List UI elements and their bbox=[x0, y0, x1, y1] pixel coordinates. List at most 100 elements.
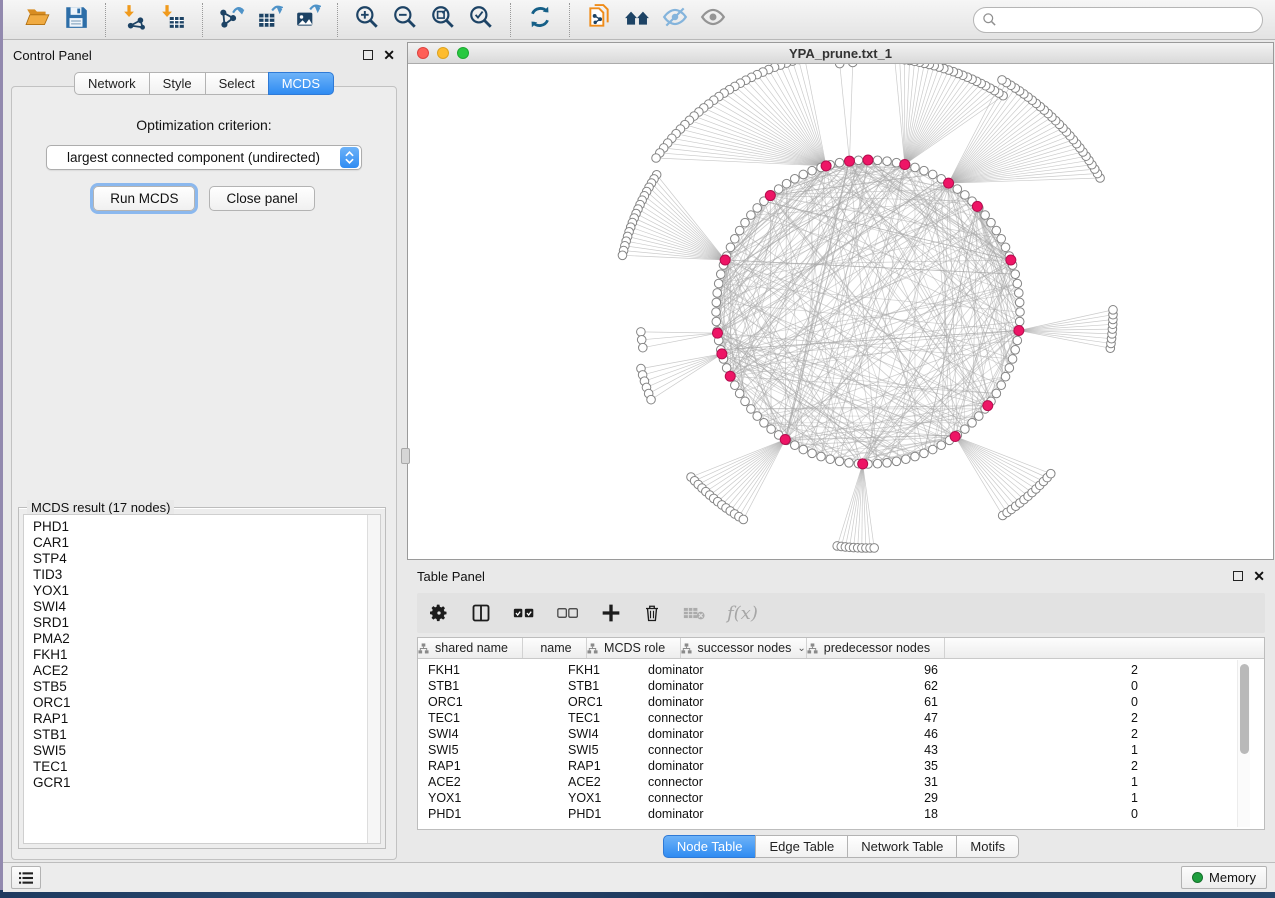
table-scrollbar-thumb[interactable] bbox=[1240, 664, 1249, 754]
mcds-result-item[interactable]: TEC1 bbox=[33, 759, 371, 775]
mcds-list-scrollbar[interactable] bbox=[367, 515, 380, 843]
column-header[interactable]: name ⌄ bbox=[523, 638, 587, 658]
zoom-fit-button[interactable] bbox=[424, 4, 462, 36]
table-row[interactable]: ACE2 ACE2 connector 31 1 bbox=[418, 774, 1264, 790]
import-table-button[interactable] bbox=[154, 4, 192, 36]
tab-mcds[interactable]: MCDS bbox=[268, 72, 334, 95]
mcds-result-item[interactable]: STB1 bbox=[33, 727, 371, 743]
mcds-tab-body: Optimization criterion: largest connecte… bbox=[11, 86, 397, 860]
import-network-button[interactable] bbox=[116, 4, 154, 36]
export-image-button[interactable] bbox=[289, 4, 327, 36]
first-neighbors-button[interactable] bbox=[618, 4, 656, 36]
close-panel-icon[interactable]: ✕ bbox=[383, 50, 395, 60]
table-row[interactable]: ORC1 ORC1 dominator 61 0 bbox=[418, 694, 1264, 710]
zoom-in-button[interactable] bbox=[348, 4, 386, 36]
tab-motifs[interactable]: Motifs bbox=[956, 835, 1019, 858]
show-details-button[interactable] bbox=[694, 4, 732, 36]
mcds-result-item[interactable]: GCR1 bbox=[33, 775, 371, 791]
mcds-result-item[interactable]: SRD1 bbox=[33, 615, 371, 631]
network-graph[interactable] bbox=[408, 64, 1273, 559]
zoom-out-icon bbox=[392, 4, 418, 35]
export-table-button[interactable] bbox=[251, 4, 289, 36]
open-file-button[interactable] bbox=[19, 4, 57, 36]
zoom-selected-button[interactable] bbox=[462, 4, 500, 36]
hide-details-button[interactable] bbox=[656, 4, 694, 36]
mcds-result-item[interactable]: YOX1 bbox=[33, 583, 371, 599]
deselect-all-icon[interactable] bbox=[557, 605, 579, 621]
cell-name: RAP1 bbox=[558, 759, 638, 773]
mcds-result-item[interactable]: ORC1 bbox=[33, 695, 371, 711]
mcds-result-item[interactable]: SWI5 bbox=[33, 743, 371, 759]
float-panel-icon[interactable] bbox=[363, 50, 373, 60]
cell-successor-nodes: 62 bbox=[788, 679, 946, 693]
tab-network-table[interactable]: Network Table bbox=[847, 835, 957, 858]
floppy-disk-icon bbox=[63, 4, 89, 35]
zoom-out-button[interactable] bbox=[386, 4, 424, 36]
save-session-button[interactable] bbox=[57, 4, 95, 36]
toolbar-separator bbox=[105, 3, 106, 37]
optimization-criterion-select[interactable]: largest connected component (undirected) bbox=[46, 145, 362, 170]
add-column-icon[interactable] bbox=[601, 603, 621, 623]
node-table[interactable]: shared name ⌄ name ⌄ MCDS role ⌄ bbox=[417, 637, 1265, 830]
column-header[interactable]: predecessor nodes ⌄ bbox=[807, 638, 946, 658]
mcds-result-item[interactable]: PMA2 bbox=[33, 631, 371, 647]
mcds-result-item[interactable]: PHD1 bbox=[33, 519, 371, 535]
column-header[interactable]: shared name ⌄ bbox=[418, 638, 523, 658]
duplicate-network-button[interactable] bbox=[580, 4, 618, 36]
tab-style[interactable]: Style bbox=[149, 72, 206, 95]
cell-mcds-role: dominator bbox=[638, 759, 788, 773]
mcds-result-item[interactable]: ACE2 bbox=[33, 663, 371, 679]
float-table-panel-icon[interactable] bbox=[1233, 571, 1243, 581]
mcds-result-item[interactable]: SWI4 bbox=[33, 599, 371, 615]
delete-table-icon[interactable] bbox=[683, 605, 705, 621]
table-scrollbar[interactable] bbox=[1237, 660, 1250, 827]
table-row[interactable]: FKH1 FKH1 dominator 96 2 bbox=[418, 662, 1264, 678]
export-network-button[interactable] bbox=[213, 4, 251, 36]
splitter-grip[interactable] bbox=[401, 448, 410, 464]
task-history-button[interactable] bbox=[11, 866, 41, 889]
table-row[interactable]: YOX1 YOX1 connector 29 1 bbox=[418, 790, 1264, 806]
maximize-window-icon[interactable] bbox=[457, 47, 469, 59]
cell-predecessor-nodes: 2 bbox=[946, 759, 1146, 773]
network-window-titlebar[interactable]: YPA_prune.txt_1 bbox=[408, 43, 1273, 64]
show-columns-icon[interactable] bbox=[471, 603, 491, 623]
cell-shared-name: SWI4 bbox=[418, 727, 558, 741]
run-mcds-button[interactable]: Run MCDS bbox=[93, 186, 195, 211]
table-row[interactable]: SWI5 SWI5 connector 43 1 bbox=[418, 742, 1264, 758]
cell-predecessor-nodes: 0 bbox=[946, 695, 1146, 709]
column-header[interactable]: successor nodes ⌄ bbox=[681, 638, 807, 658]
minimize-window-icon[interactable] bbox=[437, 47, 449, 59]
table-row[interactable]: RAP1 RAP1 dominator 35 2 bbox=[418, 758, 1264, 774]
select-all-icon[interactable] bbox=[513, 605, 535, 621]
mcds-result-item[interactable]: STP4 bbox=[33, 551, 371, 567]
refresh-button[interactable] bbox=[521, 4, 559, 36]
table-row[interactable]: STB1 STB1 dominator 62 0 bbox=[418, 678, 1264, 694]
duplicate-network-icon bbox=[586, 4, 612, 35]
network-canvas[interactable] bbox=[408, 64, 1273, 559]
close-window-icon[interactable] bbox=[417, 47, 429, 59]
mcds-result-item[interactable]: STB5 bbox=[33, 679, 371, 695]
mcds-result-item[interactable]: RAP1 bbox=[33, 711, 371, 727]
column-header[interactable]: MCDS role ⌄ bbox=[587, 638, 681, 658]
table-row[interactable]: SWI4 SWI4 dominator 46 2 bbox=[418, 726, 1264, 742]
toolbar-separator bbox=[337, 3, 338, 37]
mcds-result-list[interactable]: PHD1CAR1STP4TID3YOX1SWI4SRD1PMA2FKH1ACE2… bbox=[23, 514, 381, 844]
delete-column-icon[interactable] bbox=[643, 603, 661, 623]
table-row[interactable]: TEC1 TEC1 connector 47 2 bbox=[418, 710, 1264, 726]
memory-button[interactable]: Memory bbox=[1181, 866, 1267, 889]
mcds-result-item[interactable]: TID3 bbox=[33, 567, 371, 583]
tab-network[interactable]: Network bbox=[74, 72, 150, 95]
network-window-title: YPA_prune.txt_1 bbox=[789, 46, 892, 61]
settings-gear-icon[interactable] bbox=[429, 603, 449, 623]
close-table-panel-icon[interactable]: ✕ bbox=[1253, 571, 1265, 581]
function-builder-icon[interactable]: f(x) bbox=[727, 603, 758, 624]
tab-select[interactable]: Select bbox=[205, 72, 269, 95]
search-input[interactable] bbox=[973, 7, 1263, 33]
mcds-result-item[interactable]: FKH1 bbox=[33, 647, 371, 663]
tab-node-table[interactable]: Node Table bbox=[663, 835, 757, 858]
mcds-result-item[interactable]: CAR1 bbox=[33, 535, 371, 551]
close-panel-button[interactable]: Close panel bbox=[209, 186, 314, 211]
tab-edge-table[interactable]: Edge Table bbox=[755, 835, 848, 858]
cell-name: ORC1 bbox=[558, 695, 638, 709]
table-row[interactable]: PHD1 PHD1 dominator 18 0 bbox=[418, 806, 1264, 822]
